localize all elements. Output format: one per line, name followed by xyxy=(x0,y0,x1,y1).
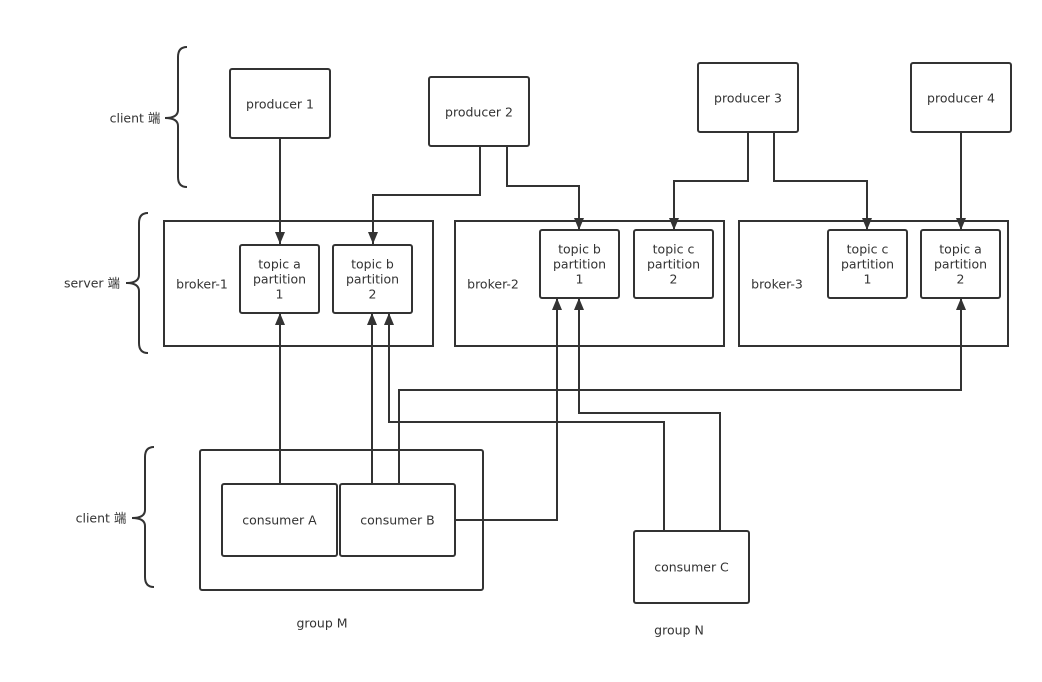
producer-label: producer 3 xyxy=(714,90,782,105)
consumer-label: consumer B xyxy=(360,512,435,528)
producer-label: producer 4 xyxy=(927,90,995,105)
group-n-label: group N xyxy=(654,622,704,638)
edge-p2-b1 xyxy=(506,146,584,230)
consumer-a: consumer A xyxy=(221,483,338,557)
partition-number: 2 xyxy=(669,271,678,287)
partition: partition xyxy=(345,271,400,287)
partition: partition xyxy=(552,256,607,272)
producer-label: producer 2 xyxy=(445,104,513,119)
broker-label: broker-2 xyxy=(467,276,519,292)
topic: topic b xyxy=(558,241,601,257)
group-m-label: group M xyxy=(296,615,348,631)
producer-label: producer 1 xyxy=(246,96,314,111)
partition-number: 2 xyxy=(956,271,965,287)
partition-number: 1 xyxy=(275,286,284,302)
kafka-diagram: client 端 server 端 client 端 producer 1 pr… xyxy=(0,0,1042,682)
partition-topic-b-2: topic b partition 2 xyxy=(332,244,413,314)
broker-label: broker-1 xyxy=(176,276,228,292)
partition-topic-c-1: topic c partition 1 xyxy=(827,229,908,299)
partition: partition xyxy=(646,256,701,272)
producer-1: producer 1 xyxy=(229,68,331,139)
partition-number: 1 xyxy=(575,271,584,287)
partition: partition xyxy=(933,256,988,272)
consumer-label: consumer A xyxy=(242,512,317,528)
edge-p3-c1 xyxy=(773,132,872,230)
topic: topic a xyxy=(939,241,982,257)
partition-topic-b-1: topic b partition 1 xyxy=(539,229,620,299)
topic: topic c xyxy=(652,241,695,257)
client-side-label-bottom: client 端 xyxy=(75,510,127,526)
brace-client-bottom xyxy=(131,446,155,588)
brace-client-top xyxy=(164,46,188,188)
producer-3: producer 3 xyxy=(697,62,799,133)
client-side-label: client 端 xyxy=(109,110,161,126)
topic: topic b xyxy=(351,256,394,272)
partition-topic-a-2: topic a partition 2 xyxy=(920,229,1001,299)
partition-number: 1 xyxy=(863,271,872,287)
consumer-c: consumer C xyxy=(633,530,750,604)
broker-label: broker-3 xyxy=(751,276,803,292)
partition: partition xyxy=(840,256,895,272)
producer-4: producer 4 xyxy=(910,62,1012,133)
brace-server xyxy=(125,212,149,354)
partition-topic-a-1: topic a partition 1 xyxy=(239,244,320,314)
consumer-b: consumer B xyxy=(339,483,456,557)
topic: topic a xyxy=(258,256,301,272)
consumer-label: consumer C xyxy=(654,559,729,575)
edge-p3-c2 xyxy=(669,132,749,230)
partition: partition xyxy=(252,271,307,287)
producer-2: producer 2 xyxy=(428,76,530,147)
topic: topic c xyxy=(846,241,889,257)
partition-number: 2 xyxy=(368,286,377,302)
partition-topic-c-2: topic c partition 2 xyxy=(633,229,714,299)
server-side-label: server 端 xyxy=(63,275,121,291)
